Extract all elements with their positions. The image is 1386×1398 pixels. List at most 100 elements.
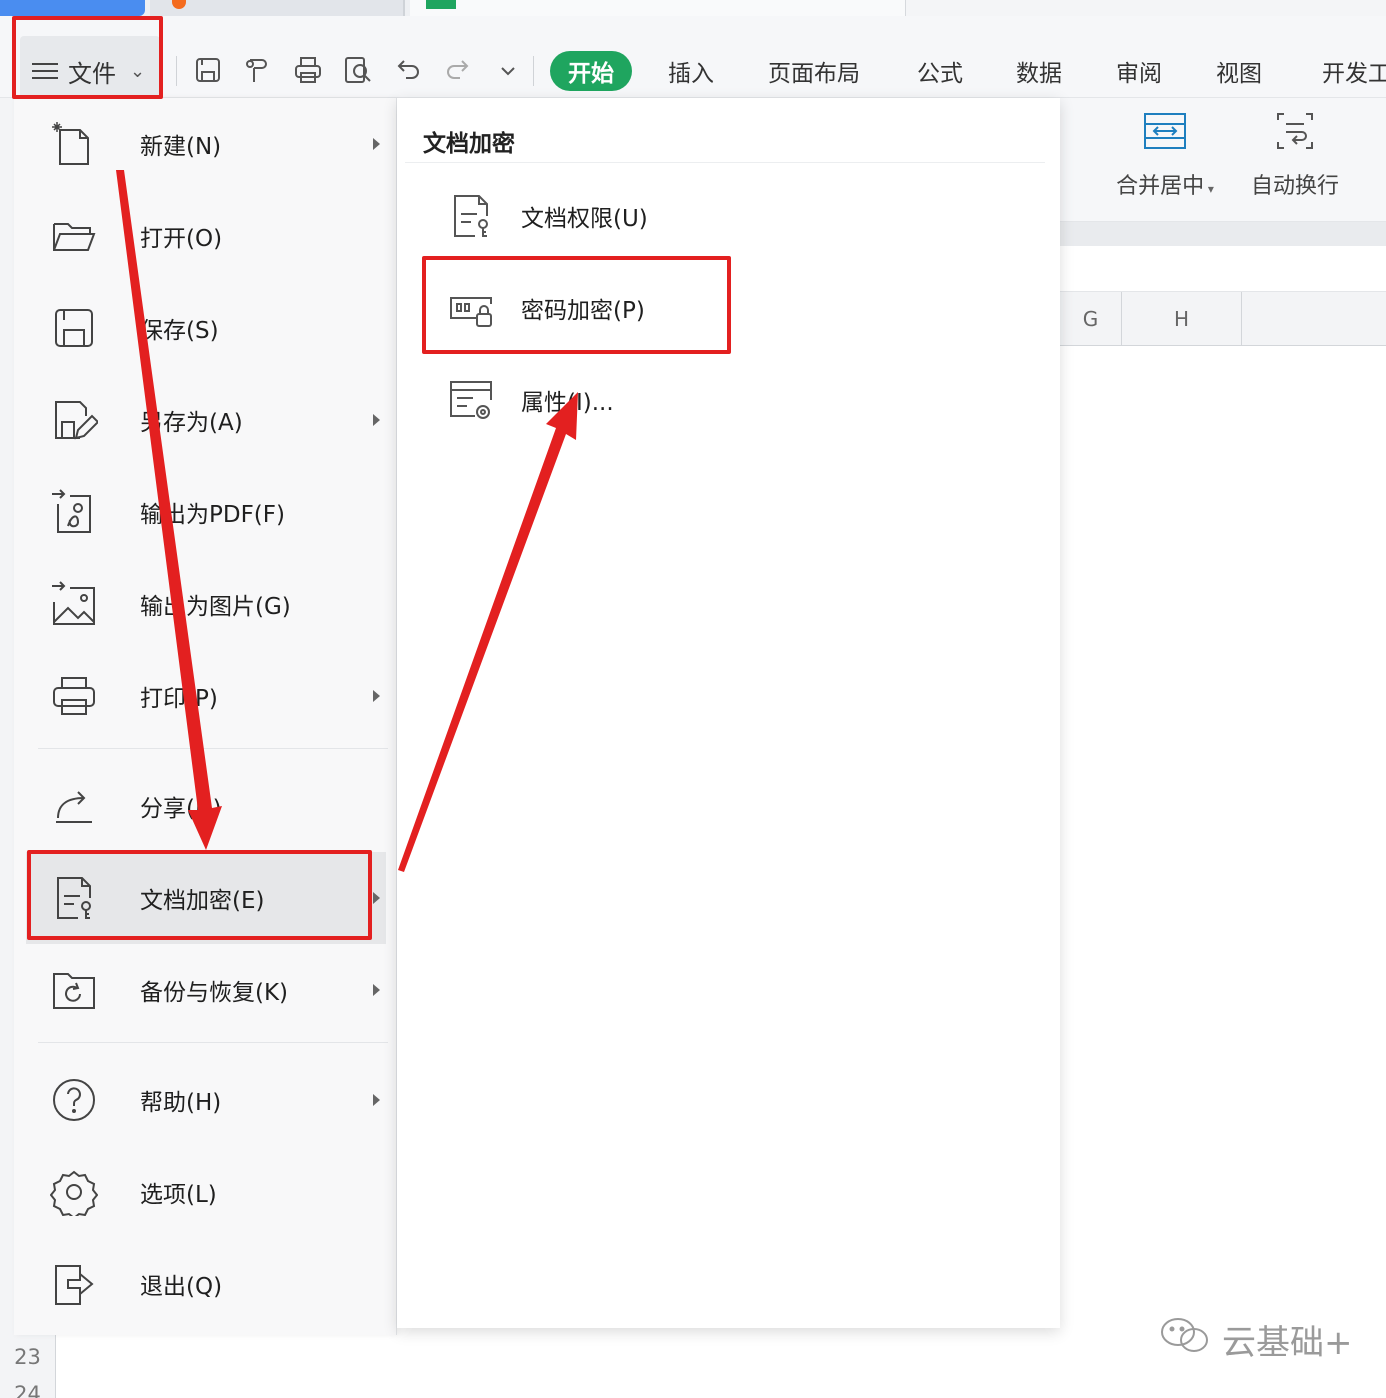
submenu-arrow-icon (373, 690, 380, 702)
menu-item-save-as[interactable]: 另存为(A) (26, 374, 386, 466)
submenu-title: 文档加密 (423, 131, 515, 157)
menu-item-label: 文档加密(E) (140, 888, 265, 914)
auto-wrap-button[interactable]: 自动换行 (1240, 108, 1350, 200)
tab-view[interactable]: 视图 (1216, 54, 1262, 88)
export-image-icon (50, 580, 98, 628)
password-lock-icon (447, 284, 495, 332)
wrap-text-icon (1240, 108, 1350, 154)
menu-item-label: 分享(D) (140, 796, 222, 822)
menu-item-label: 帮助(H) (140, 1090, 222, 1116)
file-menu-label: 文件 (68, 59, 116, 88)
submenu-item-document-permission[interactable]: 文档权限(U) (427, 176, 727, 256)
redo-icon[interactable] (442, 54, 474, 86)
menu-item-save[interactable]: 保存(S) (26, 282, 386, 374)
menu-item-export-pdf[interactable]: 输出为PDF(F) (26, 466, 386, 558)
menu-item-label: 输出为图片(G) (140, 594, 291, 620)
dropdown-caret-icon: ▾ (1204, 182, 1214, 196)
menu-divider (38, 1042, 388, 1043)
spreadsheet-logo-icon (426, 0, 456, 9)
window-tab-1[interactable] (0, 0, 145, 16)
share-icon (50, 782, 98, 830)
merge-center-button[interactable]: 合并居中 ▾ (1110, 108, 1220, 200)
menu-item-label: 打开(O) (140, 226, 223, 252)
save-icon (50, 304, 98, 352)
formula-bar[interactable] (1060, 246, 1386, 292)
menu-item-print[interactable]: 打印(P) (26, 650, 386, 742)
submenu-arrow-icon (373, 138, 380, 150)
submenu-item-label: 属性(I)... (521, 390, 614, 416)
menu-item-label: 退出(Q) (140, 1274, 223, 1300)
print-icon[interactable] (292, 54, 324, 86)
hamburger-icon (32, 63, 58, 79)
menu-item-open[interactable]: 打开(O) (26, 190, 386, 282)
row-header-23[interactable]: 23 (0, 1335, 56, 1379)
export-pdf-icon (50, 488, 98, 536)
submenu-item-properties[interactable]: 属性(I)... (427, 360, 727, 440)
customize-toolbar-icon[interactable] (492, 54, 524, 86)
save-icon[interactable] (192, 54, 224, 86)
app-logo-icon (172, 0, 186, 9)
menu-item-document-encrypt[interactable]: 文档加密(E) (26, 852, 386, 944)
menu-item-new[interactable]: 新建(N) (26, 98, 386, 190)
document-permission-icon (447, 192, 495, 240)
menu-item-label: 打印(P) (140, 686, 218, 712)
tab-review[interactable]: 审阅 (1116, 54, 1162, 88)
new-file-icon (50, 120, 98, 168)
tab-developer[interactable]: 开发工 (1322, 54, 1386, 88)
tab-data[interactable]: 数据 (1016, 54, 1062, 88)
ribbon-panel: 合并居中 ▾ 自动换行 (1060, 98, 1386, 222)
menu-item-label: 选项(L) (140, 1182, 217, 1208)
menu-item-help[interactable]: 帮助(H) (26, 1054, 386, 1146)
exit-icon (50, 1260, 98, 1308)
tab-home[interactable]: 开始 (550, 51, 632, 91)
save-as-icon (50, 396, 100, 444)
submenu-arrow-icon (373, 892, 380, 904)
window-tab-2[interactable] (150, 0, 405, 16)
properties-icon (447, 376, 495, 424)
merge-center-label: 合并居中 (1116, 174, 1205, 199)
menu-item-label: 保存(S) (140, 318, 219, 344)
tab-page-layout[interactable]: 页面布局 (768, 54, 860, 88)
window-tab-3[interactable] (410, 0, 905, 16)
file-menu-button[interactable]: 文件 ⌄ (20, 36, 160, 106)
submenu-arrow-icon (373, 414, 380, 426)
auto-wrap-label: 自动换行 (1250, 174, 1339, 199)
menu-item-label: 新建(N) (140, 134, 222, 160)
settings-gear-icon (49, 1168, 99, 1220)
toolbar-divider (533, 56, 534, 86)
tab-insert[interactable]: 插入 (668, 54, 714, 88)
top-toolbar: 文件 ⌄ 开始 插入 页面布局 公式 数据 审阅 视图 开发工 (0, 16, 1386, 106)
watermark-logo-icon (1156, 1312, 1222, 1367)
menu-item-label: 备份与恢复(K) (140, 980, 289, 1006)
format-painter-icon[interactable] (242, 54, 274, 86)
menu-item-label: 另存为(A) (140, 410, 243, 436)
menu-divider (38, 748, 388, 749)
menu-item-share[interactable]: 分享(D) (26, 760, 386, 852)
column-header-g[interactable]: G (1060, 292, 1122, 346)
tab-formulas[interactable]: 公式 (917, 54, 963, 88)
window-tab-strip (0, 0, 1386, 16)
window-tab-4[interactable] (905, 0, 1386, 16)
watermark-text: 云基础+ (1222, 1323, 1353, 1363)
menu-item-backup-restore[interactable]: 备份与恢复(K) (26, 944, 386, 1036)
menu-item-options[interactable]: 选项(L) (26, 1146, 386, 1238)
toolbar-divider (176, 56, 177, 86)
menu-item-export-image[interactable]: 输出为图片(G) (26, 558, 386, 650)
undo-icon[interactable] (392, 54, 424, 86)
submenu-item-label: 密码加密(P) (521, 298, 645, 324)
folder-open-icon (50, 212, 98, 260)
submenu-item-label: 文档权限(U) (521, 206, 648, 232)
help-icon (50, 1076, 98, 1124)
backup-restore-icon (50, 966, 98, 1014)
merge-cells-icon (1110, 108, 1220, 154)
chevron-down-icon: ⌄ (130, 60, 146, 82)
column-header-h[interactable]: H (1122, 292, 1242, 346)
document-encrypt-submenu: 文档加密 文档权限(U) 密码加密(P) 属性(I)... (397, 98, 1060, 1328)
file-menu-panel: 新建(N) 打开(O) 保存(S) 另存为(A) 输出为PDF(F) 输出为图片… (14, 98, 397, 1335)
menu-item-exit[interactable]: 退出(Q) (26, 1238, 386, 1330)
column-headers: G H (1060, 292, 1386, 346)
submenu-item-password-encrypt[interactable]: 密码加密(P) (427, 268, 727, 348)
print-preview-icon[interactable] (342, 54, 374, 86)
row-header-24[interactable]: 24 (0, 1379, 56, 1398)
submenu-arrow-icon (373, 1094, 380, 1106)
